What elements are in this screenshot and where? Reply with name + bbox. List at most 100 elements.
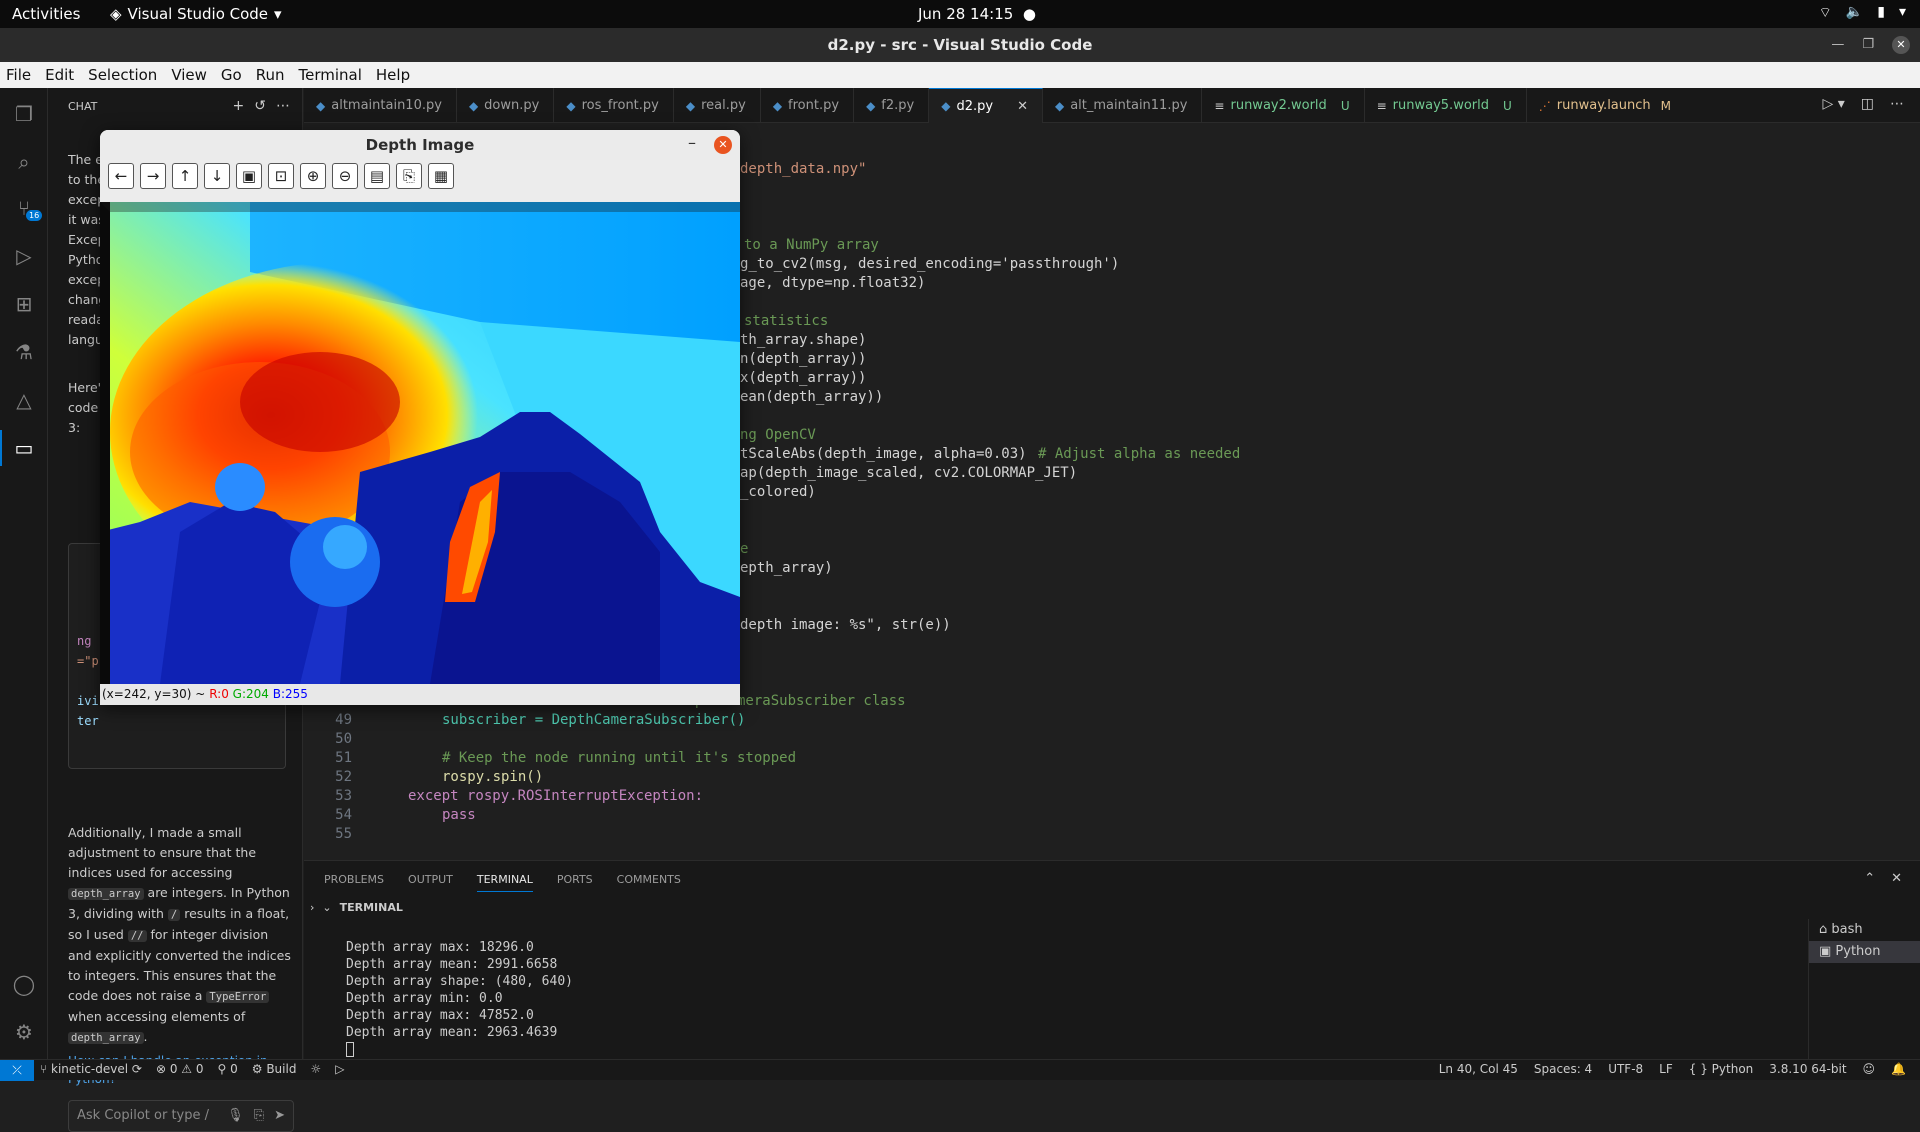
build-button[interactable]: ⚙ Build	[252, 1062, 297, 1076]
problems-indicator[interactable]: ⊗ 0 ⚠ 0	[156, 1062, 204, 1076]
tab-ports[interactable]: PORTS	[557, 873, 593, 892]
copilot-icon[interactable]: ☺	[1863, 1062, 1876, 1076]
terminal-line: Depth array max: 18296.0	[346, 940, 534, 955]
line-number: 49	[335, 712, 352, 728]
tab-down[interactable]: ◆ down.py	[457, 88, 555, 123]
python-file-icon: ◆	[941, 99, 951, 113]
tab-f2[interactable]: ◆ f2.py	[854, 88, 930, 123]
depth-colormap-image[interactable]	[100, 202, 740, 684]
terminal-line: Depth array max: 47852.0	[346, 1008, 534, 1023]
zoom-out-icon[interactable]: ⊖	[332, 163, 358, 189]
menu-view[interactable]: View	[171, 66, 207, 84]
ros-icon[interactable]: △	[12, 388, 36, 412]
attach-icon[interactable]: ⎘	[254, 1101, 264, 1131]
terminal-item-bash[interactable]: ⌂ bash	[1809, 919, 1920, 941]
clock[interactable]: Jun 28 14:15 ●	[918, 5, 1036, 23]
remote-icon[interactable]: ⤫	[0, 1060, 34, 1081]
tab-problems[interactable]: PROBLEMS	[324, 873, 384, 892]
inline-code: TypeError	[206, 991, 270, 1003]
terminal-output[interactable]: Depth array max: 18296.0 Depth array mean…	[346, 939, 573, 1058]
menu-terminal[interactable]: Terminal	[299, 66, 362, 84]
debug-icon[interactable]: ☼	[310, 1062, 321, 1076]
line-ending[interactable]: LF	[1659, 1062, 1673, 1076]
tab-comments[interactable]: COMMENTS	[617, 873, 681, 892]
properties-icon[interactable]: ▦	[428, 163, 454, 189]
tab-alt-maintain11[interactable]: ◆ alt_maintain11.py	[1043, 88, 1203, 123]
language-mode[interactable]: { } Python	[1689, 1062, 1754, 1076]
pan-down-icon[interactable]: ↓	[204, 163, 230, 189]
tab-d2[interactable]: ◆ d2.py ✕	[929, 88, 1043, 123]
menu-file[interactable]: File	[6, 66, 31, 84]
tab-front[interactable]: ◆ front.py	[761, 88, 855, 123]
tab-output[interactable]: OUTPUT	[408, 873, 453, 892]
pan-up-icon[interactable]: ↑	[172, 163, 198, 189]
run-debug-icon[interactable]: ▷	[12, 244, 36, 268]
menu-edit[interactable]: Edit	[45, 66, 74, 84]
tab-runway5-world[interactable]: ≡ runway5.world U	[1365, 88, 1527, 123]
chat-input[interactable]: Ask Copilot or type / 🎙 ⎘ ➤	[68, 1100, 294, 1132]
testing-icon[interactable]: ⚗	[12, 340, 36, 364]
menu-help[interactable]: Help	[376, 66, 410, 84]
tab-real[interactable]: ◆ real.py	[674, 88, 761, 123]
terminal-item-python[interactable]: ▣ Python	[1809, 941, 1920, 963]
ports-indicator[interactable]: ⚲ 0	[218, 1062, 238, 1076]
menu-run[interactable]: Run	[256, 66, 285, 84]
caret-down-icon: ▾	[274, 5, 282, 23]
plus-icon[interactable]: +	[233, 98, 245, 114]
chat-icon[interactable]: ▭	[0, 430, 36, 466]
tab-terminal[interactable]: TERMINAL	[476, 873, 533, 892]
maximize-button[interactable]: ❐	[1862, 28, 1874, 62]
python-interpreter[interactable]: 3.8.10 64-bit	[1769, 1062, 1846, 1076]
zoom-original-icon[interactable]: ⊡	[268, 163, 294, 189]
para-text: when accessing elements of	[68, 1009, 246, 1024]
app-menu[interactable]: ◈ Visual Studio Code ▾	[110, 5, 282, 23]
tab-altmaintain10[interactable]: ◆ altmaintain10.py	[304, 88, 457, 123]
para-text: Additionally, I made a small adjustment …	[68, 825, 257, 880]
zoom-fit-icon[interactable]: ▣	[236, 163, 262, 189]
history-icon[interactable]: ↺	[254, 98, 266, 114]
menu-selection[interactable]: Selection	[88, 66, 157, 84]
indentation[interactable]: Spaces: 4	[1534, 1062, 1592, 1076]
explorer-icon[interactable]: ❐	[12, 102, 36, 126]
branch-indicator[interactable]: ⑂ kinetic-devel ⟳	[40, 1062, 142, 1076]
pan-left-icon[interactable]: ←	[108, 163, 134, 189]
maximize-panel-icon[interactable]: ⌃	[1864, 871, 1875, 886]
pan-right-icon[interactable]: →	[140, 163, 166, 189]
extensions-icon[interactable]: ⊞	[12, 292, 36, 316]
terminal-cursor	[346, 1042, 354, 1057]
search-icon[interactable]: ⌕	[12, 150, 36, 174]
tab-ros-front[interactable]: ◆ ros_front.py	[554, 88, 674, 123]
run-icon[interactable]: ▷	[335, 1062, 344, 1076]
split-editor-icon[interactable]: ◫	[1861, 96, 1874, 112]
close-panel-icon[interactable]: ✕	[1891, 871, 1902, 886]
terminal-section-header[interactable]: › ⌄ TERMINAL	[310, 901, 403, 914]
close-window-button[interactable]: ✕	[1892, 36, 1910, 54]
account-icon[interactable]: ◯	[12, 972, 36, 996]
notifications-icon[interactable]: 🔔	[1891, 1062, 1906, 1076]
copy-icon[interactable]: ⎘	[396, 163, 422, 189]
status-bar: ⤫ ⑂ kinetic-devel ⟳ ⊗ 0 ⚠ 0 ⚲ 0 ⚙ Build …	[0, 1059, 1920, 1081]
save-icon[interactable]: ▤	[364, 163, 390, 189]
more-icon[interactable]: ⋯	[1890, 96, 1904, 112]
source-control-icon[interactable]: ⑂ 16	[12, 196, 43, 221]
mic-icon[interactable]: 🎙	[227, 1101, 244, 1131]
tab-runway-launch[interactable]: ⋰ runway.launch M	[1527, 88, 1675, 123]
zoom-in-icon[interactable]: ⊕	[300, 163, 326, 189]
minimize-button[interactable]: –	[688, 133, 696, 152]
more-icon[interactable]: ⋯	[276, 98, 290, 114]
encoding[interactable]: UTF-8	[1608, 1062, 1643, 1076]
run-icon[interactable]: ▷ ▾	[1823, 96, 1845, 112]
chat-input-placeholder: Ask Copilot or type /	[77, 1108, 209, 1123]
cursor-position[interactable]: Ln 40, Col 45	[1439, 1062, 1518, 1076]
activities-button[interactable]: Activities	[12, 5, 80, 23]
inline-code: depth_array	[68, 888, 144, 900]
code-fragment: ean(depth_array))	[740, 389, 884, 405]
gear-icon[interactable]: ⚙	[12, 1020, 36, 1044]
menu-go[interactable]: Go	[221, 66, 242, 84]
send-icon[interactable]: ➤	[274, 1101, 285, 1131]
tab-runway2-world[interactable]: ≡ runway2.world U	[1202, 88, 1365, 123]
minimize-button[interactable]: —	[1831, 28, 1844, 62]
close-tab-icon[interactable]: ✕	[1017, 99, 1028, 114]
close-button[interactable]: ✕	[714, 136, 732, 154]
system-tray[interactable]: ⌔ 🔈 ▮ ▾	[1819, 4, 1906, 22]
